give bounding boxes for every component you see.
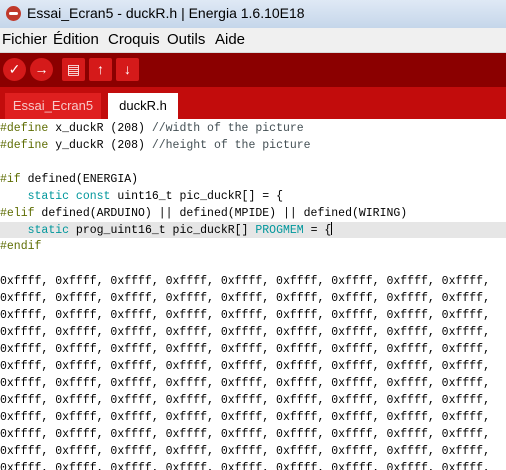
menu-bar: Fichier Édition Croquis Outils Aide — [0, 28, 506, 53]
hex-data-row: 0xffff, 0xffff, 0xffff, 0xffff, 0xffff, … — [0, 428, 490, 441]
hex-data-row: 0xffff, 0xffff, 0xffff, 0xffff, 0xffff, … — [0, 275, 490, 288]
hex-data-row: 0xffff, 0xffff, 0xffff, 0xffff, 0xffff, … — [0, 462, 490, 470]
text-caret — [331, 222, 333, 235]
verify-button[interactable]: ✓ — [3, 58, 26, 81]
hex-data-row: 0xffff, 0xffff, 0xffff, 0xffff, 0xffff, … — [0, 445, 490, 458]
hex-data-row: 0xffff, 0xffff, 0xffff, 0xffff, 0xffff, … — [0, 326, 490, 339]
menu-outils[interactable]: Outils — [167, 31, 205, 48]
code-line-if: #if defined(ENERGIA) — [0, 173, 139, 186]
menu-fichier[interactable]: Fichier — [2, 31, 47, 48]
hex-data-row: 0xffff, 0xffff, 0xffff, 0xffff, 0xffff, … — [0, 292, 490, 305]
hex-data-row: 0xffff, 0xffff, 0xffff, 0xffff, 0xffff, … — [0, 394, 490, 407]
open-sketch-button[interactable]: ↑ — [89, 58, 112, 81]
hex-data-row: 0xffff, 0xffff, 0xffff, 0xffff, 0xffff, … — [0, 377, 490, 390]
menu-edition[interactable]: Édition — [53, 31, 99, 48]
code-line-endif: #endif — [0, 240, 42, 253]
tab-duckr-h[interactable]: duckR.h — [108, 93, 178, 119]
menu-croquis[interactable]: Croquis — [108, 31, 160, 48]
code-line-define-x: #define x_duckR (208) //width of the pic… — [0, 122, 304, 135]
hex-data-row: 0xffff, 0xffff, 0xffff, 0xffff, 0xffff, … — [0, 411, 490, 424]
energia-app-icon — [6, 6, 21, 21]
upload-button[interactable]: → — [30, 58, 53, 81]
window-title: Essai_Ecran5 - duckR.h | Energia 1.6.10E… — [27, 5, 305, 21]
save-sketch-button[interactable]: ↓ — [116, 58, 139, 81]
hex-data-row: 0xffff, 0xffff, 0xffff, 0xffff, 0xffff, … — [0, 343, 490, 356]
code-editor[interactable]: #define x_duckR (208) //width of the pic… — [0, 119, 506, 470]
toolbar: ✓ → ▤ ↑ ↓ — [0, 53, 506, 87]
code-line-static-const: static const uint16_t pic_duckR[] = { — [27, 190, 283, 203]
code-line-define-y: #define y_duckR (208) //height of the pi… — [0, 139, 311, 152]
title-bar: Essai_Ecran5 - duckR.h | Energia 1.6.10E… — [0, 0, 506, 28]
menu-aide[interactable]: Aide — [215, 31, 245, 48]
hex-data-row: 0xffff, 0xffff, 0xffff, 0xffff, 0xffff, … — [0, 360, 490, 373]
tab-essai-ecran5[interactable]: Essai_Ecran5 — [5, 93, 101, 119]
new-sketch-button[interactable]: ▤ — [62, 58, 85, 81]
code-line-elif: #elif defined(ARDUINO) || defined(MPIDE)… — [0, 207, 408, 220]
hex-data-row: 0xffff, 0xffff, 0xffff, 0xffff, 0xffff, … — [0, 309, 490, 322]
tab-bar: Essai_Ecran5 duckR.h — [0, 87, 506, 119]
code-line-progmem: static prog_uint16_t pic_duckR[] PROGMEM… — [0, 222, 506, 238]
